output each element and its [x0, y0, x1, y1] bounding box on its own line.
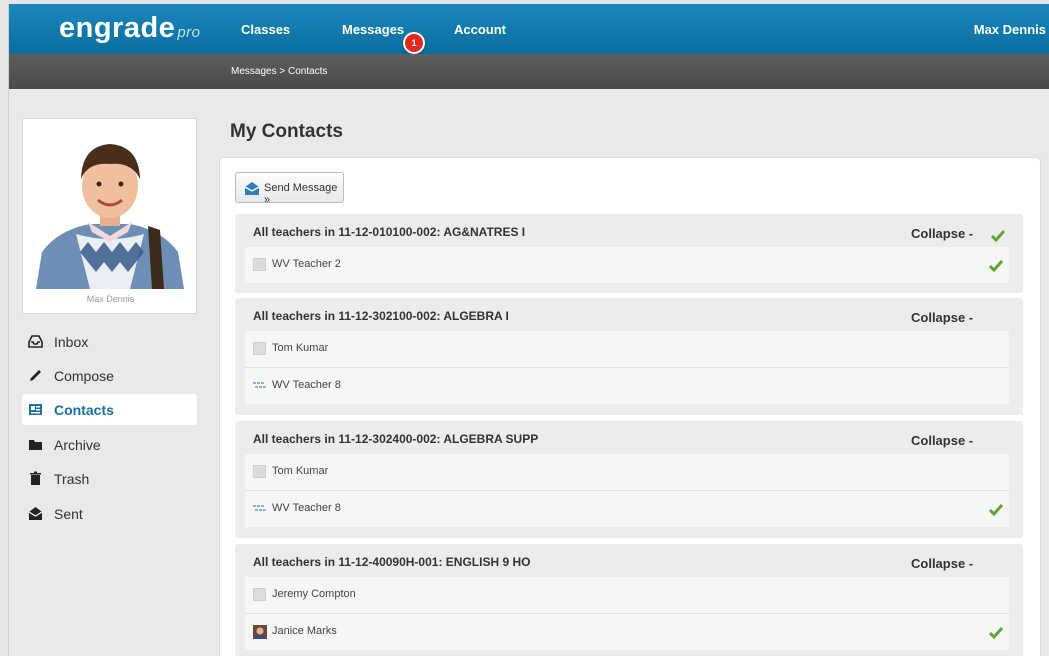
nav-messages[interactable]: Messages	[342, 22, 404, 37]
sidebar-item-label: Sent	[54, 506, 83, 522]
sidebar-item-trash[interactable]: Trash	[22, 463, 197, 494]
sidebar-item-compose[interactable]: Compose	[22, 360, 197, 391]
profile-name: Max Dennis	[86, 294, 135, 304]
app-frame: engrade pro Classes Messages 1 Account Ma…	[8, 4, 1049, 656]
contact-name: Jeremy Compton	[272, 588, 356, 600]
breadcrumb-bar: Messages > Contacts	[9, 54, 1049, 89]
collapse-toggle[interactable]: Collapse -	[911, 310, 973, 325]
contact-group: All teachers in 11-12-302100-002: ALGEBR…	[235, 298, 1023, 415]
sidebar-item-label: Compose	[54, 368, 114, 384]
sidebar-item-label: Contacts	[54, 402, 114, 418]
profile-card: Max Dennis	[22, 118, 197, 314]
contact-row[interactable]: WV Teacher 2	[245, 247, 1009, 283]
sent-icon	[28, 507, 43, 520]
send-message-button[interactable]: Send Message »	[235, 172, 344, 206]
contact-name: WV Teacher 8	[272, 502, 341, 514]
contact-group: All teachers in 11-12-010100-002: AG&NAT…	[235, 214, 1023, 293]
contact-group: All teachers in 11-12-40090H-001: ENGLIS…	[235, 544, 1023, 656]
send-message-label: Send Message »	[264, 182, 338, 206]
contact-row[interactable]: Tom Kumar	[245, 331, 1009, 367]
blank-avatar-icon	[253, 588, 266, 601]
contact-name: Tom Kumar	[272, 342, 329, 354]
sidebar-item-archive[interactable]: Archive	[22, 429, 197, 460]
sidebar-item-inbox[interactable]: Inbox	[22, 326, 197, 357]
breadcrumb[interactable]: Messages > Contacts	[231, 66, 327, 77]
group-title: All teachers in 11-12-010100-002: AG&NAT…	[253, 225, 526, 239]
contacts-icon	[29, 404, 42, 415]
user-menu[interactable]: Max Dennis	[974, 22, 1046, 37]
check-icon[interactable]	[989, 260, 1003, 272]
contact-row[interactable]: Jeremy Compton	[245, 577, 1009, 613]
logo-suffix: pro	[177, 24, 201, 41]
pattern-avatar-icon	[253, 505, 266, 511]
pencil-icon	[30, 370, 41, 381]
logo-text: engrade	[59, 12, 176, 44]
check-icon[interactable]	[989, 504, 1003, 516]
contact-name: WV Teacher 2	[272, 258, 341, 270]
nav-classes[interactable]: Classes	[241, 22, 290, 37]
contact-name: Janice Marks	[272, 625, 337, 637]
envelope-icon	[244, 182, 260, 195]
blank-avatar-icon	[253, 258, 266, 271]
nav-account[interactable]: Account	[454, 22, 506, 37]
sidebar-item-label: Inbox	[54, 334, 89, 350]
folder-icon	[29, 440, 42, 450]
check-icon[interactable]	[989, 627, 1003, 639]
sidebar-item-label: Trash	[54, 471, 90, 487]
sidebar-item-sent[interactable]: Sent	[22, 498, 197, 529]
sidebar-item-label: Archive	[54, 437, 101, 453]
collapse-toggle[interactable]: Collapse -	[911, 433, 973, 448]
photo-avatar-icon	[253, 625, 267, 639]
sidebar-item-contacts[interactable]: Contacts	[22, 394, 197, 425]
collapse-toggle[interactable]: Collapse -	[911, 226, 973, 241]
contact-row[interactable]: Janice Marks	[245, 614, 1009, 650]
group-title: All teachers in 11-12-302400-002: ALGEBR…	[253, 432, 539, 446]
contact-name: Tom Kumar	[272, 465, 329, 477]
trash-icon	[30, 471, 41, 485]
inbox-icon	[28, 335, 43, 348]
contact-row[interactable]: WV Teacher 8	[245, 491, 1009, 527]
group-title: All teachers in 11-12-302100-002: ALGEBR…	[253, 309, 509, 323]
top-nav-bar: engrade pro Classes Messages 1 Account Ma…	[9, 4, 1049, 54]
check-icon[interactable]	[991, 230, 1005, 242]
group-title: All teachers in 11-12-40090H-001: ENGLIS…	[253, 555, 531, 569]
student-portrait-icon	[28, 124, 191, 289]
contact-row[interactable]: Tom Kumar	[245, 454, 1009, 490]
collapse-toggle[interactable]: Collapse -	[911, 556, 973, 571]
contact-group: All teachers in 11-12-302400-002: ALGEBR…	[235, 421, 1023, 538]
blank-avatar-icon	[253, 465, 266, 478]
page-title: My Contacts	[230, 121, 343, 142]
blank-avatar-icon	[253, 342, 266, 355]
engrade-logo[interactable]: engrade pro	[59, 12, 201, 45]
messages-count-badge[interactable]: 1	[403, 32, 425, 54]
contact-row[interactable]: WV Teacher 8	[245, 368, 1009, 404]
profile-photo[interactable]	[28, 124, 191, 289]
pattern-avatar-icon	[253, 382, 266, 388]
contact-name: WV Teacher 8	[272, 379, 341, 391]
